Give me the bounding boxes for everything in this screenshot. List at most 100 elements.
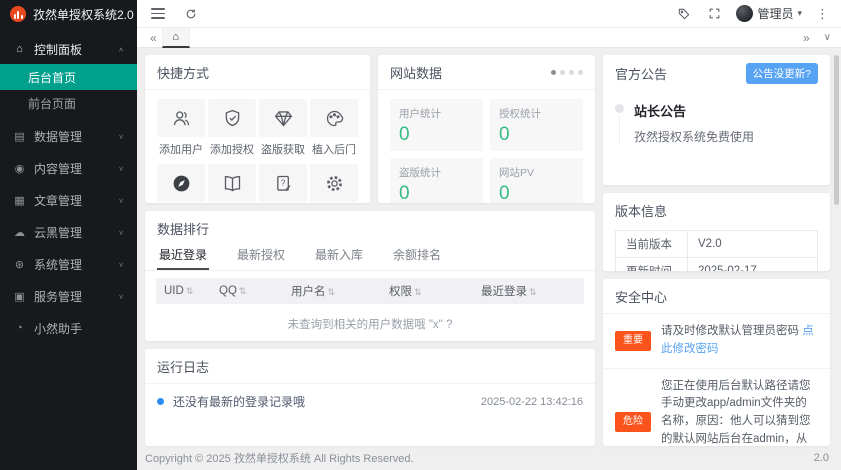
sort-icon[interactable]: ⇅ <box>186 286 194 296</box>
danger-badge: 危险 <box>615 412 651 432</box>
tab-balance-ranking[interactable]: 余额排名 <box>391 240 443 270</box>
tabs-scroll-right[interactable]: » <box>803 31 810 45</box>
sort-icon[interactable]: ⇅ <box>239 286 247 296</box>
shortcut-add-certification[interactable]: 添加认证 <box>157 164 205 203</box>
tab-home[interactable]: ⌂ <box>162 28 190 48</box>
shortcut-implant-backdoor[interactable]: 植入后门 <box>310 99 358 157</box>
tabs-scroll-left[interactable]: « <box>145 31 162 45</box>
tab-latest-storage[interactable]: 最新入库 <box>313 240 365 270</box>
version-value: 2025-02-17 <box>688 258 818 272</box>
col-recent-login[interactable]: 最近登录⇅ <box>473 278 584 304</box>
sidebar-item-backend-home[interactable]: 后台首页 <box>0 64 137 90</box>
assistant-icon: ◔ <box>13 322 26 334</box>
main-content: 快捷方式 添加用户 添加授权 <box>137 48 841 470</box>
carousel-dots <box>551 70 583 75</box>
sort-icon[interactable]: ⇅ <box>529 287 537 297</box>
col-permission[interactable]: 权限⇅ <box>381 278 473 304</box>
user-menu[interactable]: 管理员 ▾ <box>736 5 802 22</box>
menu-toggle-icon[interactable] <box>151 8 165 19</box>
version-label: 当前版本 <box>616 231 688 258</box>
stat-pv: 网站PV 0 <box>490 158 583 203</box>
shortcut-generate-card-key[interactable]: ? 生成卡密 <box>259 164 307 203</box>
carousel-dot[interactable] <box>578 70 583 75</box>
logs-title: 运行日志 <box>157 357 209 376</box>
diamond-icon <box>259 99 307 137</box>
version-title: 版本信息 <box>615 201 667 220</box>
version-table: 当前版本 V2.0 更新时间 2025-02-17 <box>615 230 818 271</box>
rankings-tabs: 最近登录 最新授权 最新入库 余额排名 <box>145 240 595 271</box>
database-icon: ▤ <box>13 130 26 143</box>
refresh-icon[interactable] <box>183 6 199 22</box>
announcement-post-title: 站长公告 <box>634 101 754 120</box>
sidebar-item-system-management[interactable]: ⊛ 系统管理 ∨ <box>0 248 137 280</box>
log-time: 2025-02-22 13:42:16 <box>481 396 583 408</box>
sidebar-item-assistant[interactable]: ◔ 小然助手 <box>0 312 137 344</box>
sidebar-item-label: 文章管理 <box>34 192 82 209</box>
sidebar-item-label: 小然助手 <box>34 320 82 337</box>
sidebar-item-article-management[interactable]: ▦ 文章管理 ∨ <box>0 184 137 216</box>
sidebar-item-control-panel[interactable]: ⌂ 控制面板 ∧ <box>0 34 137 64</box>
security-text: 请及时修改默认管理员密码 <box>661 325 802 337</box>
topbar: 孜然单授权系统2.0 管理员 ▾ ⋮ <box>0 0 841 28</box>
footer-version: 2.0 <box>814 452 829 464</box>
cloud-icon: ☁ <box>13 226 26 239</box>
announcement-card: 官方公告 公告没更新? 站长公告 孜然授权系统免费使用 <box>603 55 830 185</box>
col-qq[interactable]: QQ⇅ <box>211 278 283 304</box>
security-item: 重要 请及时修改默认管理员密码 点此修改密码 <box>603 314 830 369</box>
version-label: 更新时间 <box>616 258 688 272</box>
shortcut-publish-article[interactable]: 发布文章 <box>208 164 256 203</box>
shortcut-add-license[interactable]: 添加授权 <box>208 99 256 157</box>
shortcuts-title: 快捷方式 <box>157 63 209 82</box>
kebab-menu-icon[interactable]: ⋮ <box>816 7 829 20</box>
shortcut-label: 添加授权 <box>210 141 254 157</box>
gear-icon <box>310 164 358 202</box>
shortcut-label: 盗版获取 <box>261 141 305 157</box>
shortcuts-card: 快捷方式 添加用户 添加授权 <box>145 55 370 203</box>
chevron-down-icon: ∨ <box>118 228 124 235</box>
tabs-dropdown-icon[interactable]: ∨ <box>824 32 831 43</box>
sidebar-item-service-management[interactable]: ▣ 服务管理 ∨ <box>0 280 137 312</box>
sidebar-item-cloud-blacklist[interactable]: ☁ 云黑管理 ∨ <box>0 216 137 248</box>
fullscreen-icon[interactable] <box>706 6 722 22</box>
tab-recent-logins[interactable]: 最近登录 <box>157 240 209 270</box>
add-user-icon <box>157 99 205 137</box>
chevron-down-icon: ∨ <box>118 196 124 203</box>
carousel-dot[interactable] <box>551 70 556 75</box>
site-data-title: 网站数据 <box>390 63 442 82</box>
shield-check-icon <box>208 99 256 137</box>
shortcut-add-user[interactable]: 添加用户 <box>157 99 205 157</box>
content-icon: ◉ <box>13 162 26 175</box>
stat-licenses: 授权统计 0 <box>490 99 583 151</box>
col-uid[interactable]: UID⇅ <box>156 278 211 304</box>
col-username[interactable]: 用户名⇅ <box>283 278 381 304</box>
article-icon: ▦ <box>13 194 26 207</box>
card-question-icon: ? <box>259 164 307 202</box>
important-badge: 重要 <box>615 331 651 351</box>
shortcut-piracy-fetch[interactable]: 盗版获取 <box>259 99 307 157</box>
sidebar-item-content-management[interactable]: ◉ 内容管理 ∨ <box>0 152 137 184</box>
stat-value: 0 <box>399 183 474 203</box>
announcement-refresh-button[interactable]: 公告没更新? <box>746 63 818 84</box>
chevron-down-icon: ∨ <box>118 260 124 267</box>
sidebar-subitem-label: 后台首页 <box>28 69 76 86</box>
chevron-down-icon: ∨ <box>118 132 124 139</box>
chevron-down-icon: ∨ <box>118 164 124 171</box>
rankings-card: 数据排行 最近登录 最新授权 最新入库 余额排名 UID⇅ QQ⇅ 用户名⇅ 权… <box>145 211 595 341</box>
sort-icon[interactable]: ⇅ <box>414 287 422 297</box>
version-value: V2.0 <box>688 231 818 258</box>
sidebar-item-frontend-page[interactable]: 前台页面 <box>0 90 137 116</box>
shortcut-site-config[interactable]: 网站配置 <box>310 164 358 203</box>
carousel-dot[interactable] <box>560 70 565 75</box>
sidebar-item-data-management[interactable]: ▤ 数据管理 ∨ <box>0 120 137 152</box>
stat-piracy: 盗版统计 0 <box>390 158 483 203</box>
announcement-post-body: 孜然授权系统免费使用 <box>634 128 754 145</box>
carousel-dot[interactable] <box>569 70 574 75</box>
stat-value: 0 <box>499 183 574 203</box>
sort-icon[interactable]: ⇅ <box>328 287 336 297</box>
tab-latest-licenses[interactable]: 最新授权 <box>235 240 287 270</box>
scrollbar-thumb[interactable] <box>834 55 839 205</box>
sidebar-item-label: 数据管理 <box>34 128 82 145</box>
compass-icon <box>157 164 205 202</box>
log-text: 还没有最新的登录记录哦 <box>173 393 305 410</box>
tag-icon[interactable] <box>676 6 692 22</box>
